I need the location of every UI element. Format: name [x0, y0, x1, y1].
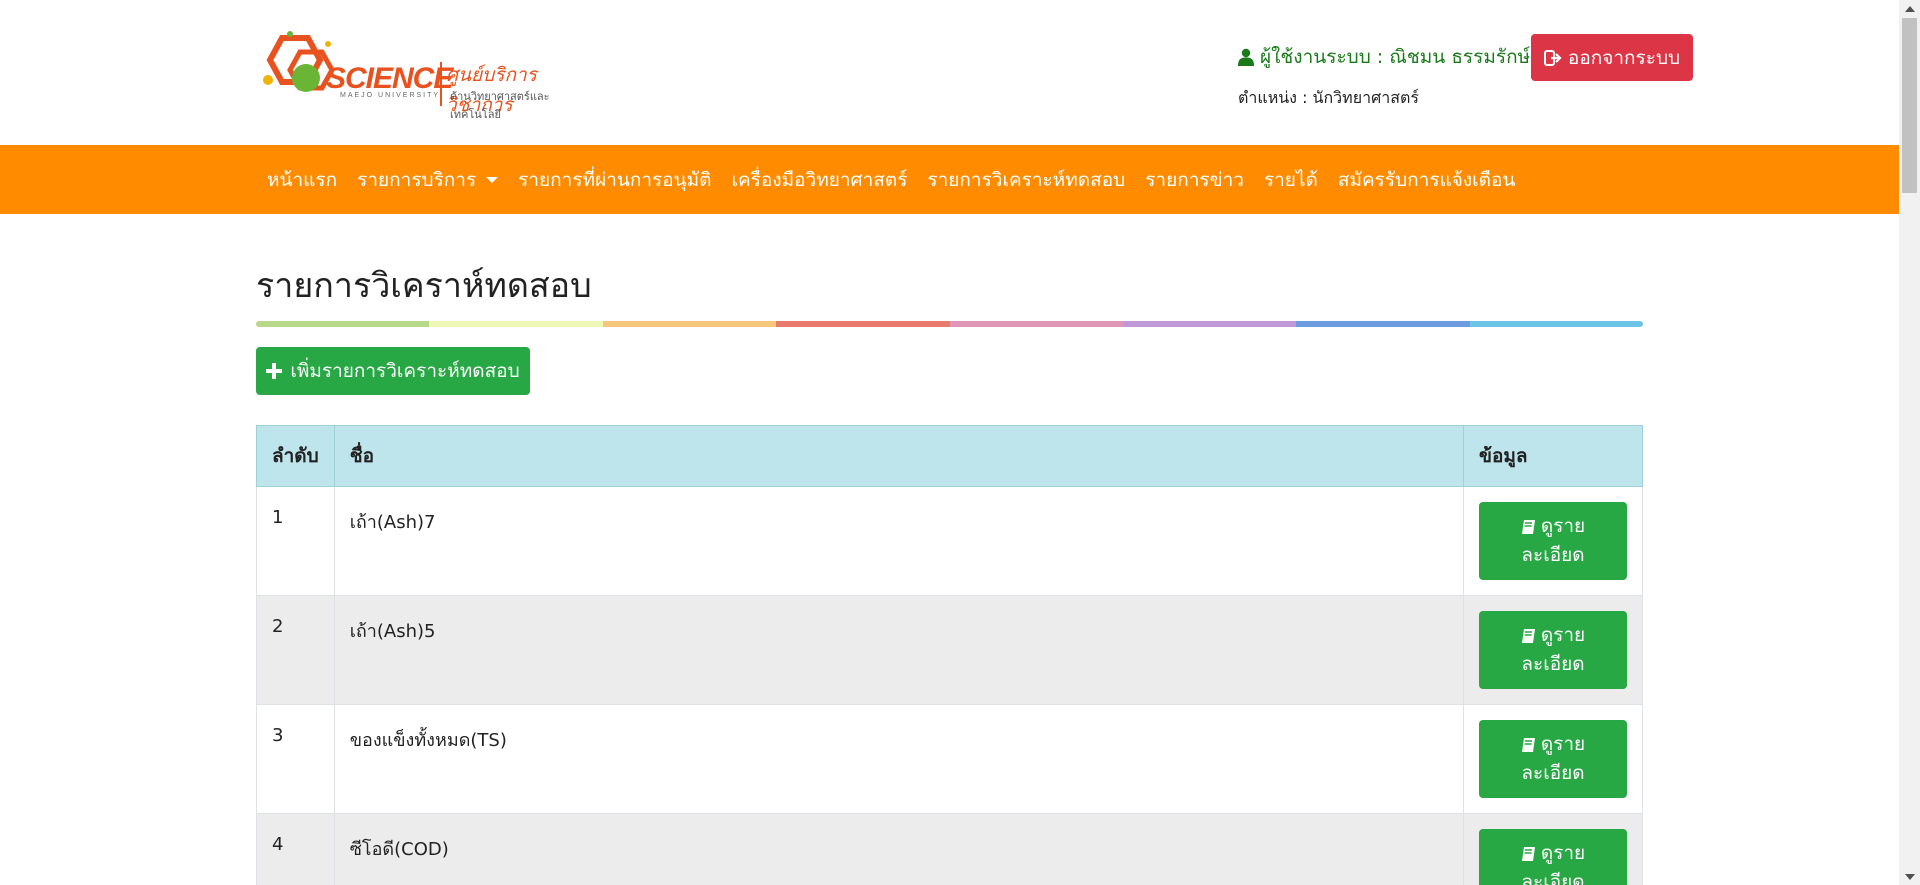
- table-row: 4 ซีโอดี(COD) ดูราย ละเอียด: [256, 813, 1643, 885]
- header-no: ลำดับ: [256, 425, 335, 487]
- nav-label: รายการบริการ: [357, 168, 477, 191]
- logo-science-text: SCIENCE: [326, 62, 453, 95]
- view-details-button[interactable]: ดูราย ละเอียด: [1479, 829, 1627, 885]
- page-title: รายการวิเคราห์ทดสอบ: [256, 266, 592, 306]
- detail-label-2: ละเอียด: [1521, 762, 1585, 784]
- add-analysis-button[interactable]: เพิ่มรายการวิเคราะห์ทดสอบ: [256, 347, 530, 395]
- logo-thai-subtitle: ด้านวิทยาศาสตร์และเทคโนโลยี: [450, 91, 550, 121]
- book-icon: [1521, 628, 1535, 643]
- header-info: ข้อมูล: [1463, 425, 1643, 487]
- row-name: ของแข็งทั้งหมด(TS): [333, 704, 1465, 814]
- sign-out-icon: [1543, 49, 1562, 66]
- row-no: 3: [256, 704, 335, 814]
- row-no: 1: [256, 486, 335, 596]
- detail-line1: ดูราย: [1521, 730, 1585, 759]
- nav-items: หน้าแรก รายการบริการ รายการที่ผ่านการอนุ…: [257, 145, 1525, 214]
- page: SCIENCE MAEJO UNIVERSITY ศูนย์บริการวิชา…: [0, 0, 1899, 885]
- nav-item-income[interactable]: รายได้: [1254, 165, 1328, 195]
- rainbow-segment: [256, 321, 430, 327]
- nav-label: รายการข่าว: [1145, 168, 1244, 191]
- nav-item-home[interactable]: หน้าแรก: [257, 165, 347, 195]
- table-row: 2 เถ้า(Ash)5 ดูราย ละเอียด: [256, 595, 1643, 705]
- nav-label: รายได้: [1263, 168, 1318, 191]
- row-name: เถ้า(Ash)7: [333, 486, 1465, 596]
- logo-divider: [440, 62, 442, 106]
- view-details-button[interactable]: ดูราย ละเอียด: [1479, 611, 1627, 689]
- book-icon: [1521, 519, 1535, 534]
- row-info-cell: ดูราย ละเอียด: [1463, 813, 1643, 885]
- detail-label-1: ดูราย: [1540, 733, 1586, 755]
- table-row: 3 ของแข็งทั้งหมด(TS) ดูราย ละเอียด: [256, 704, 1643, 814]
- nav-label: สมัครรับการแจ้งเตือน: [1337, 168, 1516, 191]
- rainbow-divider: [256, 321, 1643, 327]
- row-info-cell: ดูราย ละเอียด: [1463, 704, 1643, 814]
- table-row: 1 เถ้า(Ash)7 ดูราย ละเอียด: [256, 486, 1643, 596]
- detail-line1: ดูราย: [1521, 621, 1585, 650]
- caret-down-icon: [486, 176, 499, 183]
- view-details-button[interactable]: ดูราย ละเอียด: [1479, 720, 1627, 798]
- vertical-scrollbar[interactable]: [1899, 0, 1920, 885]
- row-name: ซีโอดี(COD): [333, 813, 1465, 885]
- nav-item-services-dropdown[interactable]: รายการบริการ: [347, 165, 508, 195]
- row-info-cell: ดูราย ละเอียด: [1463, 486, 1643, 596]
- nav-label: รายการที่ผ่านการอนุมัติ: [518, 168, 712, 191]
- nav-item-subscribe[interactable]: สมัครรับการแจ้งเตือน: [1328, 165, 1526, 195]
- rainbow-segment: [1296, 321, 1470, 327]
- header: SCIENCE MAEJO UNIVERSITY ศูนย์บริการวิชา…: [0, 0, 1899, 145]
- detail-label-1: ดูราย: [1540, 515, 1586, 537]
- position-label: ตำแหน่ง : นักวิทยาศาสตร์: [1238, 88, 1419, 107]
- rainbow-segment: [1122, 321, 1297, 327]
- rainbow-segment: [776, 321, 950, 327]
- detail-label-2: ละเอียด: [1521, 544, 1585, 566]
- rainbow-segment: [949, 321, 1123, 327]
- user-icon: [1238, 48, 1254, 66]
- nav-label: เครื่องมือวิทยาศาสตร์: [731, 168, 908, 191]
- analysis-table: ลำดับ ชื่อ ข้อมูล 1 เถ้า(Ash)7 ดูราย ละเ…: [256, 425, 1643, 885]
- rainbow-segment: [602, 321, 777, 327]
- detail-line1: ดูราย: [1521, 512, 1585, 541]
- book-icon: [1521, 846, 1535, 861]
- header-name: ชื่อ: [333, 425, 1465, 487]
- add-analysis-label: เพิ่มรายการวิเคราะห์ทดสอบ: [290, 360, 520, 382]
- scrollbar-thumb[interactable]: [1902, 18, 1917, 193]
- rainbow-segment: [429, 321, 603, 327]
- user-label: ผู้ใช้งานระบบ : ณิชมน ธรรมรักษ์: [1260, 46, 1531, 68]
- nav-label: รายการวิเคราะห์ทดสอบ: [927, 168, 1126, 191]
- detail-label-2: ละเอียด: [1521, 653, 1585, 675]
- rainbow-segment: [1469, 321, 1643, 327]
- row-name: เถ้า(Ash)5: [333, 595, 1465, 705]
- navbar: หน้าแรก รายการบริการ รายการที่ผ่านการอนุ…: [0, 145, 1899, 214]
- nav-item-approved[interactable]: รายการที่ผ่านการอนุมัติ: [508, 165, 721, 195]
- scroll-down-arrow-icon[interactable]: [1899, 868, 1920, 885]
- nav-item-news[interactable]: รายการข่าว: [1135, 165, 1254, 195]
- user-info: ผู้ใช้งานระบบ : ณิชมน ธรรมรักษ์: [1238, 42, 1530, 72]
- detail-line1: ดูราย: [1521, 839, 1585, 868]
- row-no: 4: [256, 813, 335, 885]
- row-info-cell: ดูราย ละเอียด: [1463, 595, 1643, 705]
- logo-sub-text: MAEJO UNIVERSITY: [340, 92, 441, 99]
- logout-button[interactable]: ออกจากระบบ: [1531, 34, 1693, 81]
- book-icon: [1521, 737, 1535, 752]
- nav-item-instruments[interactable]: เครื่องมือวิทยาศาสตร์: [722, 165, 918, 195]
- table-header-row: ลำดับ ชื่อ ข้อมูล: [256, 425, 1643, 487]
- row-no: 2: [256, 595, 335, 705]
- view-details-button[interactable]: ดูราย ละเอียด: [1479, 502, 1627, 580]
- logo[interactable]: SCIENCE MAEJO UNIVERSITY ศูนย์บริการวิชา…: [260, 22, 600, 121]
- detail-label-1: ดูราย: [1540, 624, 1586, 646]
- plus-icon: [266, 363, 283, 379]
- nav-item-analysis[interactable]: รายการวิเคราะห์ทดสอบ: [917, 165, 1135, 195]
- scroll-up-arrow-icon[interactable]: [1899, 0, 1920, 17]
- detail-label-1: ดูราย: [1540, 842, 1586, 864]
- nav-label: หน้าแรก: [267, 168, 338, 191]
- logout-label: ออกจากระบบ: [1567, 46, 1681, 69]
- detail-label-2: ละเอียด: [1521, 871, 1585, 885]
